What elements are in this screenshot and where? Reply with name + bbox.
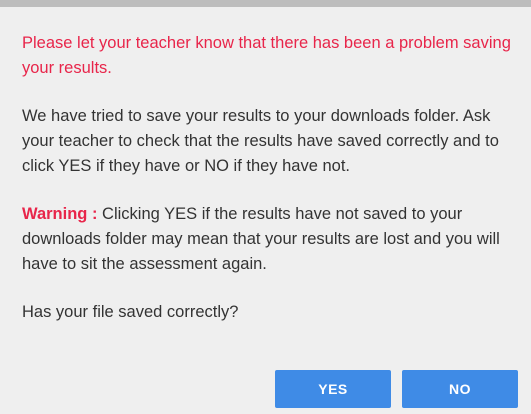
yes-button[interactable]: YES [275, 370, 391, 408]
error-message: Please let your teacher know that there … [22, 34, 511, 77]
no-button[interactable]: NO [402, 370, 518, 408]
warning-message: Warning : Clicking YES if the results ha… [22, 202, 522, 277]
button-row: YES NO [275, 370, 518, 408]
question-text: Has your file saved correctly? [22, 303, 239, 321]
warning-label: Warning : [22, 205, 98, 223]
dialog-content: Please let your teacher know that there … [22, 31, 522, 325]
save-error-dialog: Please let your teacher know that there … [0, 0, 531, 414]
info-message: We have tried to save your results to yo… [22, 107, 499, 175]
